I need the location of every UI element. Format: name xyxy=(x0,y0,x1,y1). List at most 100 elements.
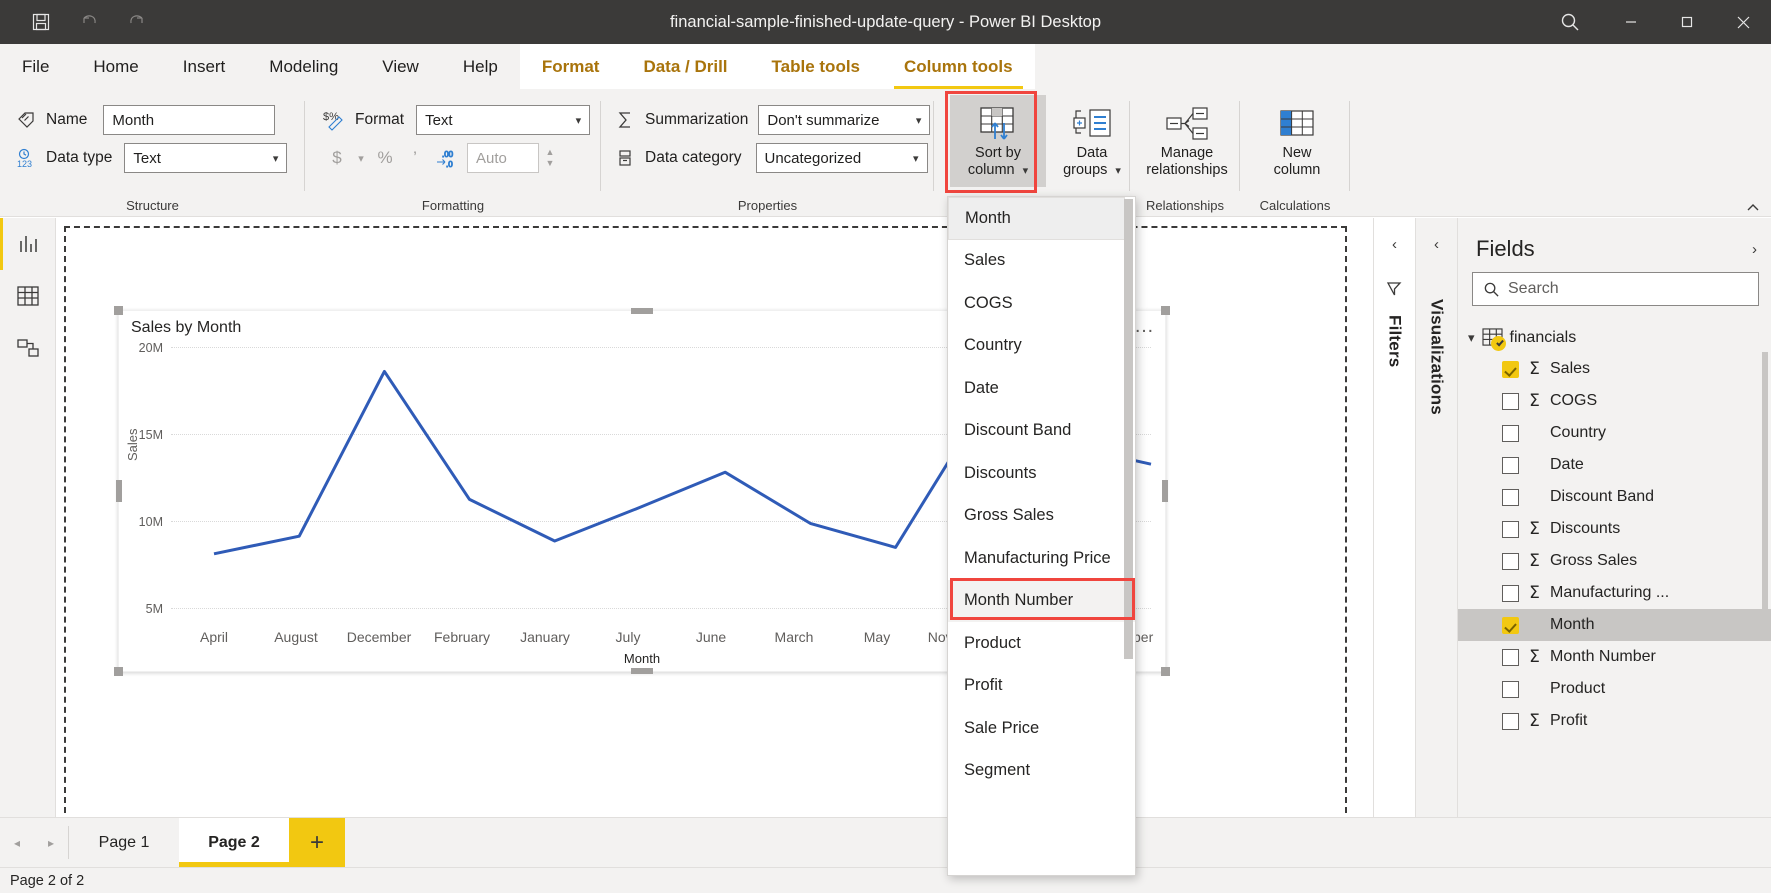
tab-column-tools[interactable]: Column tools xyxy=(882,44,1035,89)
menu-item-month-number[interactable]: Month Number xyxy=(948,580,1135,623)
menu-item-discount-band[interactable]: Discount Band xyxy=(948,410,1135,453)
fields-list[interactable]: ▾ financials Σ Sales Σ COGS xyxy=(1458,322,1771,837)
menu-item-sales[interactable]: Sales xyxy=(948,240,1135,283)
more-options-icon[interactable]: … xyxy=(1134,315,1155,338)
manage-relationships-button[interactable]: Manage relationships xyxy=(1139,95,1235,187)
menu-item-product[interactable]: Product xyxy=(948,622,1135,665)
field-item-cogs[interactable]: Σ COGS xyxy=(1458,385,1771,417)
chevron-right-icon[interactable]: › xyxy=(1752,241,1757,258)
field-item-manufacturing-price[interactable]: Σ Manufacturing ... xyxy=(1458,577,1771,609)
field-item-sales[interactable]: Σ Sales xyxy=(1458,353,1771,385)
tab-help[interactable]: Help xyxy=(441,44,520,89)
field-item-date[interactable]: Σ Date xyxy=(1458,449,1771,481)
spinner-icon[interactable]: ▲▼ xyxy=(541,143,559,173)
menu-item-sale-price[interactable]: Sale Price xyxy=(948,707,1135,750)
tab-format[interactable]: Format xyxy=(520,44,622,89)
decimal-places-icon[interactable]: .00 .0 xyxy=(431,144,459,172)
tab-insert[interactable]: Insert xyxy=(161,44,248,89)
new-column-button[interactable]: New column xyxy=(1249,95,1345,187)
field-checkbox[interactable] xyxy=(1502,649,1519,666)
tab-data-drill[interactable]: Data / Drill xyxy=(621,44,749,89)
menu-item-date[interactable]: Date xyxy=(948,367,1135,410)
menu-item-cogs[interactable]: COGS xyxy=(948,282,1135,325)
field-checkbox[interactable] xyxy=(1502,457,1519,474)
sidebar-item-model-view[interactable] xyxy=(0,322,56,374)
field-item-discounts[interactable]: Σ Discounts xyxy=(1458,513,1771,545)
undo-icon[interactable] xyxy=(68,7,110,37)
fields-table-financials[interactable]: ▾ financials xyxy=(1458,322,1771,353)
tab-modeling[interactable]: Modeling xyxy=(247,44,360,89)
menu-item-manufacturing-price[interactable]: Manufacturing Price xyxy=(948,537,1135,580)
resize-handle-sw[interactable] xyxy=(114,667,123,676)
menu-item-month[interactable]: Month xyxy=(948,197,1125,240)
sidebar-item-data-view[interactable] xyxy=(0,270,56,322)
field-item-profit[interactable]: Σ Profit xyxy=(1458,705,1771,737)
resize-handle-n[interactable] xyxy=(631,308,653,314)
maximize-button[interactable] xyxy=(1659,0,1715,44)
tab-view[interactable]: View xyxy=(360,44,441,89)
menu-scrollbar[interactable] xyxy=(1124,199,1133,659)
chevron-left-icon[interactable]: ‹ xyxy=(1434,236,1439,253)
data-category-select[interactable]: Uncategorized ▾ xyxy=(756,143,928,173)
menu-item-segment[interactable]: Segment xyxy=(948,750,1135,793)
currency-format-button[interactable]: $ xyxy=(323,144,351,172)
decimal-places-input[interactable]: Auto xyxy=(467,143,539,173)
menu-item-discounts[interactable]: Discounts xyxy=(948,452,1135,495)
redo-icon[interactable] xyxy=(116,7,158,37)
filters-pane-collapsed[interactable]: ‹ Filters xyxy=(1373,218,1415,837)
field-checkbox[interactable] xyxy=(1502,361,1519,378)
sidebar-item-report-view[interactable] xyxy=(0,218,56,270)
currency-chevron-icon[interactable]: ▾ xyxy=(353,144,369,172)
close-button[interactable] xyxy=(1715,0,1771,44)
resize-handle-w[interactable] xyxy=(116,480,122,502)
report-canvas[interactable]: Sales by Month … Sales 20M 15M 10M 5M Ap… xyxy=(56,218,1373,837)
search-icon[interactable] xyxy=(1537,0,1603,44)
percent-format-button[interactable]: % xyxy=(371,144,399,172)
data-type-select[interactable]: Text ▾ xyxy=(124,143,287,173)
field-checkbox[interactable] xyxy=(1502,425,1519,442)
add-page-button[interactable]: + xyxy=(289,818,345,867)
data-groups-button[interactable]: Data groups▾ xyxy=(1044,95,1140,187)
field-item-month-number[interactable]: Σ Month Number xyxy=(1458,641,1771,673)
save-icon[interactable] xyxy=(20,7,62,37)
menu-item-profit[interactable]: Profit xyxy=(948,665,1135,708)
field-item-country[interactable]: Σ Country xyxy=(1458,417,1771,449)
collapse-ribbon-button[interactable] xyxy=(1745,202,1761,214)
resize-handle-e[interactable] xyxy=(1162,480,1168,502)
tab-home[interactable]: Home xyxy=(71,44,160,89)
page-tab-page-2[interactable]: Page 2 xyxy=(179,818,289,867)
resize-handle-s[interactable] xyxy=(631,668,653,674)
tab-table-tools[interactable]: Table tools xyxy=(750,44,882,89)
field-item-gross-sales[interactable]: Σ Gross Sales xyxy=(1458,545,1771,577)
prev-page-button[interactable]: ◂ xyxy=(0,818,34,867)
name-input[interactable]: Month xyxy=(103,105,275,135)
menu-item-gross-sales[interactable]: Gross Sales xyxy=(948,495,1135,538)
field-item-discount-band[interactable]: Σ Discount Band xyxy=(1458,481,1771,513)
resize-handle-se[interactable] xyxy=(1161,667,1170,676)
page-tab-page-1[interactable]: Page 1 xyxy=(69,818,179,867)
format-select[interactable]: Text ▾ xyxy=(416,105,590,135)
thousands-separator-button[interactable]: ’ xyxy=(401,144,429,172)
field-checkbox[interactable] xyxy=(1502,393,1519,410)
field-item-month[interactable]: Σ Month xyxy=(1458,609,1771,641)
summarization-select[interactable]: Don't summarize ▾ xyxy=(758,105,930,135)
field-checkbox[interactable] xyxy=(1502,713,1519,730)
field-checkbox[interactable] xyxy=(1502,681,1519,698)
field-checkbox[interactable] xyxy=(1502,617,1519,634)
field-checkbox[interactable] xyxy=(1502,585,1519,602)
minimize-button[interactable] xyxy=(1603,0,1659,44)
resize-handle-nw[interactable] xyxy=(114,306,123,315)
field-checkbox[interactable] xyxy=(1502,553,1519,570)
field-checkbox[interactable] xyxy=(1502,489,1519,506)
sort-by-column-dropdown[interactable]: Month Sales COGS Country Date Discount B… xyxy=(947,196,1136,876)
field-checkbox[interactable] xyxy=(1502,521,1519,538)
visualizations-pane-collapsed[interactable]: ‹ Visualizations xyxy=(1415,218,1457,837)
resize-handle-ne[interactable] xyxy=(1161,306,1170,315)
search-input[interactable]: Search xyxy=(1472,272,1759,306)
chevron-left-icon[interactable]: ‹ xyxy=(1392,236,1397,253)
next-page-button[interactable]: ▸ xyxy=(34,818,68,867)
tab-file[interactable]: File xyxy=(0,44,71,89)
field-item-product[interactable]: Σ Product xyxy=(1458,673,1771,705)
menu-item-country[interactable]: Country xyxy=(948,325,1135,368)
fields-scrollbar[interactable] xyxy=(1762,352,1768,612)
